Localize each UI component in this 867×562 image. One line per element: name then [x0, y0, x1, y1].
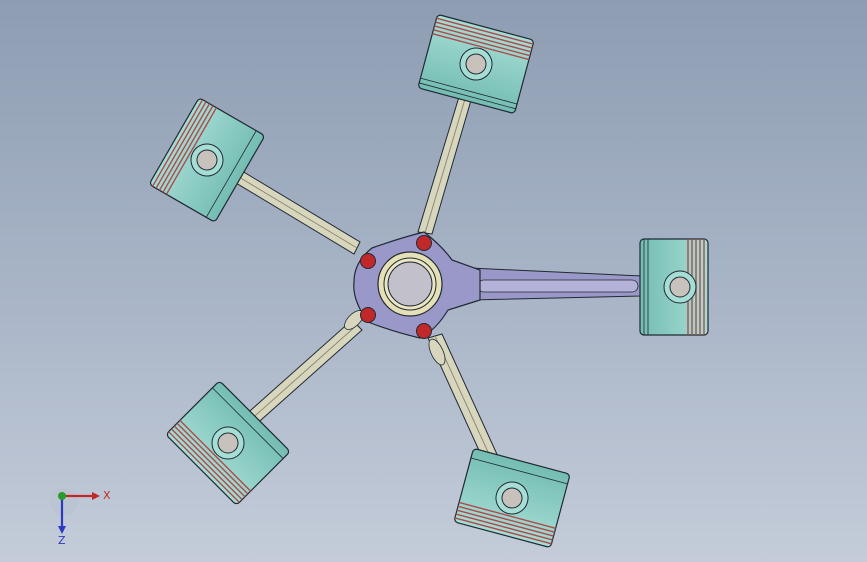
- z-axis-arrow-icon: [58, 526, 66, 534]
- x-axis-label: X: [103, 489, 111, 502]
- radial-engine-model[interactable]: [0, 0, 867, 562]
- piston-right[interactable]: [639, 238, 709, 336]
- piston-top[interactable]: [418, 14, 534, 114]
- y-axis-dot: [58, 492, 66, 500]
- master-rod: [469, 267, 643, 301]
- piston-bottom[interactable]: [454, 448, 570, 548]
- piston-upper-left[interactable]: [149, 98, 265, 223]
- cad-viewport[interactable]: X Z: [0, 0, 867, 562]
- x-axis-arrow-icon: [92, 492, 100, 500]
- master-rod-hub: [344, 231, 481, 366]
- triad-shadow: [50, 488, 78, 516]
- orientation-triad[interactable]: X Z: [40, 480, 120, 550]
- rod-top: [417, 86, 475, 235]
- z-axis-label: Z: [58, 534, 66, 547]
